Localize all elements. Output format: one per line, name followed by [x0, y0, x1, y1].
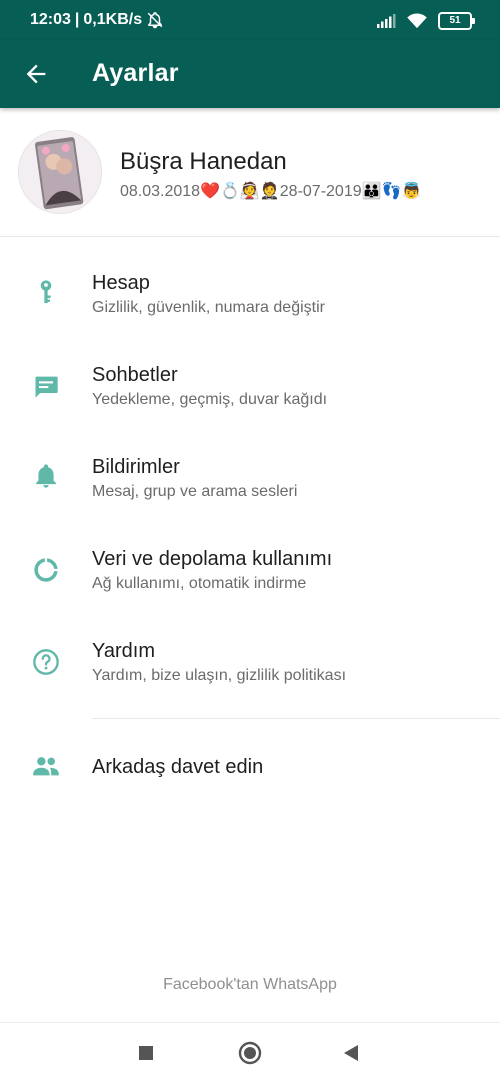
menu-item-label: Hesap: [92, 272, 150, 294]
profile-name: Büşra Hanedan: [120, 148, 287, 175]
divider: [92, 718, 500, 719]
battery-icon: 51: [438, 12, 475, 30]
menu-item-label: Yardım: [92, 640, 155, 662]
network-speed: 0,1KB/s: [83, 11, 143, 28]
menu-item-invite[interactable]: Arkadaş davet edin: [0, 728, 500, 806]
mute-icon: [147, 12, 163, 29]
invite-label: Arkadaş davet edin: [92, 756, 264, 778]
menu-item-label: Bildirimler: [92, 456, 180, 478]
page-title: Ayarlar: [92, 59, 179, 87]
menu-item-label: Veri ve depolama kullanımı: [92, 548, 333, 570]
chat-icon: [35, 376, 58, 398]
bell-icon: [36, 464, 56, 488]
footer-brand: Facebook'tan WhatsApp: [163, 976, 337, 993]
profile-section[interactable]: Büşra Hanedan 08.03.2018❤️💍👰🤵28-07-2019👪…: [0, 110, 500, 237]
menu-item-subtitle: Yedekleme, geçmiş, duvar kağıdı: [92, 391, 328, 408]
status-bar: 12:03 | 0,1KB/s 51: [0, 0, 500, 40]
recent-apps-icon[interactable]: [138, 1045, 154, 1061]
back-icon[interactable]: [342, 1044, 360, 1062]
menu-item-subtitle: Ağ kullanımı, otomatik indirme: [92, 575, 307, 592]
menu-item-yardim[interactable]: Yardım Yardım, bize ulaşın, gizlilik pol…: [0, 614, 500, 706]
menu-item-veri-depolama[interactable]: Veri ve depolama kullanımı Ağ kullanımı,…: [0, 522, 500, 614]
clock: 12:03: [30, 11, 71, 28]
menu-item-subtitle: Gizlilik, güvenlik, numara değiştir: [92, 299, 325, 316]
home-icon[interactable]: [238, 1041, 262, 1065]
avatar[interactable]: [18, 130, 102, 214]
key-icon: [40, 280, 52, 304]
menu-item-subtitle: Yardım, bize ulaşın, gizlilik politikası: [92, 667, 347, 684]
profile-about: 08.03.2018❤️💍👰🤵28-07-2019👪👣👼: [120, 183, 422, 200]
menu-item-bildirimler[interactable]: Bildirimler Mesaj, grup ve arama sesleri: [0, 430, 500, 522]
menu-item-subtitle: Mesaj, grup ve arama sesleri: [92, 483, 298, 500]
signal-icon: [377, 14, 396, 28]
system-nav-bar: [0, 1022, 500, 1084]
help-icon: [33, 649, 59, 675]
menu-item-label: Sohbetler: [92, 364, 178, 386]
menu-item-hesap[interactable]: Hesap Gizlilik, güvenlik, numara değişti…: [0, 246, 500, 338]
menu-item-sohbetler[interactable]: Sohbetler Yedekleme, geçmiş, duvar kağıd…: [0, 338, 500, 430]
data-usage-icon: [34, 558, 58, 582]
wifi-icon: [407, 13, 427, 29]
arrow-left-icon[interactable]: [22, 60, 50, 88]
app-bar: Ayarlar: [0, 40, 500, 108]
avatar-photo: [19, 131, 101, 213]
people-icon: [33, 757, 59, 776]
